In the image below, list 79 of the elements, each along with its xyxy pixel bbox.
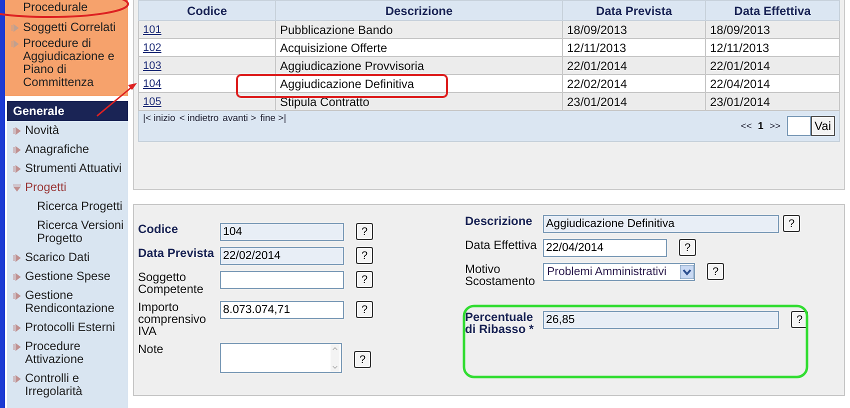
table-cell: 22/01/2014 — [562, 56, 706, 74]
field-label: Soggetto Competente — [138, 271, 204, 295]
scrollbar-icon — [329, 344, 341, 372]
sidebar-link[interactable]: Anagrafiche — [25, 143, 90, 156]
note-textarea[interactable] — [220, 343, 342, 373]
sidebar-link[interactable]: Scarico Dati — [25, 251, 90, 264]
table-cell: 18/09/2013 — [706, 20, 840, 38]
section-header: Generale — [7, 101, 128, 121]
code-link[interactable]: 104 — [138, 74, 276, 92]
table-cell: 23/01/2014 — [562, 92, 706, 110]
field-label: Data Effettiva — [465, 239, 538, 251]
bullet-icon — [11, 40, 19, 48]
sidebar-link[interactable]: Soggetti Correlati — [23, 21, 116, 34]
dropdown[interactable]: Problemi Amministrativi — [543, 263, 695, 281]
sidebar-link[interactable]: Controlli e Irregolarità — [25, 372, 128, 398]
pager-link[interactable]: << — [740, 120, 752, 132]
sidebar-link[interactable]: Novità — [25, 124, 60, 137]
table-cell: Aggiudicazione Provvisoria — [276, 56, 562, 74]
help-button[interactable]: ? — [679, 239, 696, 256]
sidebar-link[interactable]: Ricerca Versioni Progetto — [37, 219, 128, 245]
bullet-icon — [11, 24, 19, 32]
pager-link[interactable]: >> — [769, 120, 781, 132]
input-field[interactable] — [220, 271, 344, 289]
pager-link[interactable]: fine >| — [260, 113, 286, 124]
help-button[interactable]: ? — [783, 215, 800, 232]
page-input[interactable] — [786, 116, 811, 136]
column-header: Descrizione — [276, 0, 562, 20]
table-cell: 23/01/2014 — [706, 92, 840, 110]
code-link[interactable]: 102 — [138, 38, 276, 56]
pager-link[interactable]: < indietro — [179, 113, 219, 124]
field-label: Data Prevista — [138, 247, 216, 259]
help-button[interactable]: ? — [354, 351, 371, 368]
input-field[interactable]: 22/02/2014 — [220, 247, 344, 265]
table-cell: 18/09/2013 — [562, 20, 706, 38]
help-button[interactable]: ? — [356, 301, 373, 318]
sidebar-link[interactable]: Gestione Spese — [25, 270, 110, 283]
pointer-arrow — [96, 83, 137, 117]
field-label: Descrizione — [465, 215, 534, 227]
help-button[interactable]: ? — [356, 247, 373, 264]
code-link[interactable]: 101 — [138, 20, 276, 38]
sidebar-link[interactable]: Protocolli Esterni — [25, 321, 116, 334]
table-cell: Pubblicazione Bando — [276, 20, 562, 38]
sidebar-link[interactable]: Strumenti Attuativi — [25, 162, 122, 175]
table-cell: 12/11/2013 — [706, 38, 840, 56]
sidebar-link[interactable]: Procedure di Aggiudicazione e Piano di Committenza — [23, 37, 126, 89]
table-cell: 22/04/2014 — [706, 74, 840, 92]
input-field[interactable]: 104 — [220, 223, 344, 241]
table-cell: Aggiudicazione Definitiva — [276, 74, 562, 92]
column-header: Data Prevista — [562, 0, 706, 20]
help-button[interactable]: ? — [356, 271, 373, 288]
table-cell: 12/11/2013 — [562, 38, 706, 56]
field-label: Percentuale di Ribasso * — [465, 311, 535, 335]
code-link[interactable]: 103 — [138, 56, 276, 74]
code-link[interactable]: 105 — [138, 92, 276, 110]
sidebar-link[interactable]: Procedure Attivazione — [25, 340, 128, 366]
field-label: Motivo Scostamento — [465, 263, 536, 287]
page-number: 1 — [758, 120, 764, 132]
help-button[interactable]: ? — [707, 263, 724, 280]
chevron-down-icon — [680, 265, 694, 279]
field-label: Codice — [138, 223, 180, 235]
column-header: Codice — [138, 0, 276, 20]
table-cell: 22/02/2014 — [562, 74, 706, 92]
help-button[interactable]: ? — [356, 223, 373, 240]
table-cell: 22/01/2014 — [706, 56, 840, 74]
field-label: Note — [138, 343, 164, 355]
input-field[interactable]: Aggiudicazione Definitiva — [543, 215, 779, 233]
pager-link[interactable]: |< inizio — [143, 113, 176, 124]
pager-link[interactable]: avanti > — [222, 113, 256, 124]
column-header: Data Effettiva — [706, 0, 840, 20]
sidebar-link[interactable]: Ricerca Progetti — [37, 200, 128, 213]
sidebar-link[interactable]: Gestione Rendicontazione — [25, 289, 128, 315]
field-label: Importo comprensivo IVA — [138, 301, 208, 337]
table-cell: Acquisizione Offerte — [276, 38, 562, 56]
input-field[interactable]: 26,85 — [543, 311, 779, 329]
go-button[interactable]: Vai — [810, 116, 835, 136]
input-field[interactable]: 22/04/2014 — [543, 239, 667, 257]
sidebar-link[interactable]: Procedurale — [23, 1, 88, 14]
input-field[interactable]: 8.073.074,71 — [220, 301, 344, 319]
sidebar-link[interactable]: Progetti — [25, 181, 66, 194]
